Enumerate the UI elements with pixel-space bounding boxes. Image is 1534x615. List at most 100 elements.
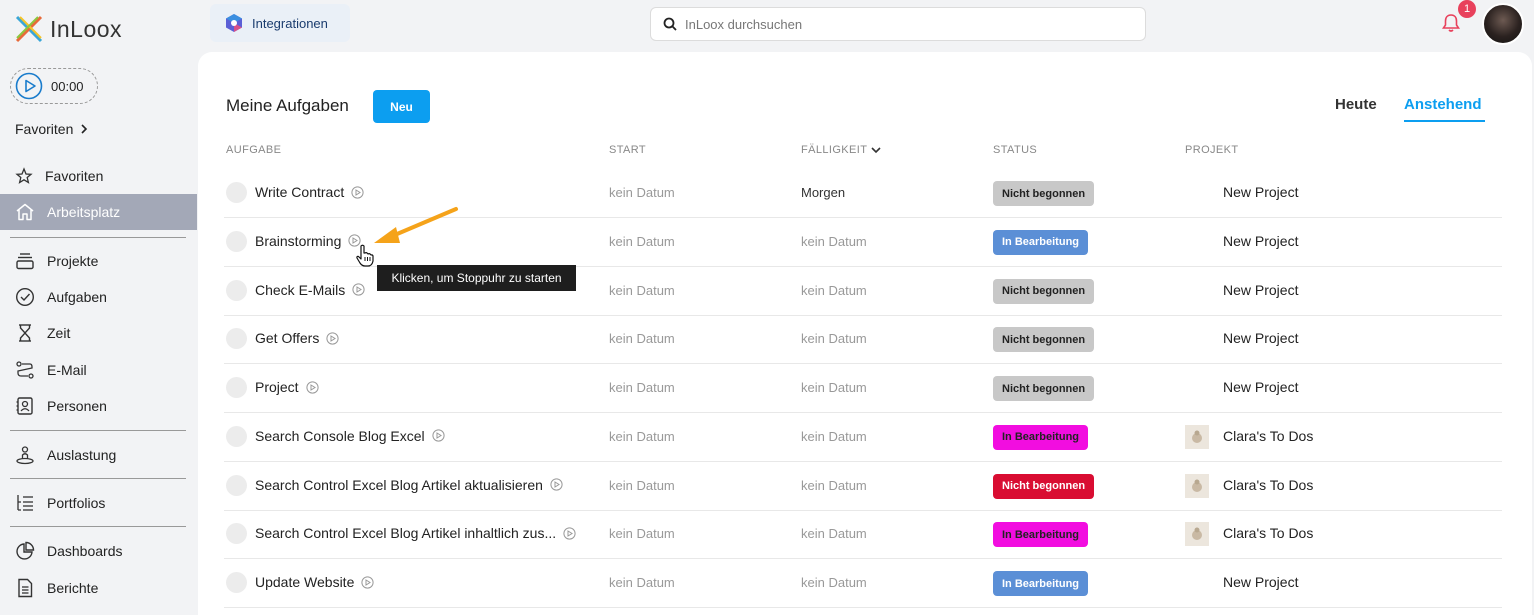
sidebar-item-label: Auslastung — [47, 447, 117, 463]
sidebar-item-portfolios[interactable]: Portfolios — [0, 485, 197, 521]
status-badge[interactable]: In Bearbeitung — [993, 571, 1089, 596]
start-stopwatch-icon[interactable] — [351, 185, 364, 199]
search-input[interactable] — [685, 16, 1105, 32]
sidebar-item-zeit[interactable]: Zeit — [0, 315, 197, 351]
table-row[interactable]: Project kein Datum kein Datum Nicht begonne… — [224, 364, 1502, 413]
task-name[interactable]: Search Control Excel Blog Artikel aktual… — [255, 477, 563, 493]
start-stopwatch-icon[interactable] — [550, 478, 563, 491]
chevron-down-icon — [871, 147, 881, 154]
sidebar-item-aufgaben[interactable]: Aufgaben — [0, 279, 197, 315]
table-row[interactable]: Search Control Excel Blog Artikel aktual… — [224, 462, 1502, 511]
task-project-link[interactable]: Clara's To Dos — [1223, 525, 1313, 541]
sidebar-item-auslastung[interactable]: Auslastung — [0, 437, 197, 473]
sidebar-item-label: E-Mail — [47, 362, 87, 378]
table-row[interactable]: Search Control Excel Blog Artikel inhalt… — [224, 510, 1502, 560]
task-complete-checkbox[interactable] — [226, 523, 247, 545]
integrations-button[interactable]: Integrationen — [210, 4, 350, 42]
task-name[interactable]: Check E-Mails — [255, 282, 365, 298]
task-due-date: kein Datum — [801, 331, 867, 347]
play-circle-icon[interactable] — [15, 72, 43, 100]
task-project-link[interactable]: New Project — [1223, 379, 1298, 395]
column-header-due[interactable]: FÄLLIGKEIT — [801, 144, 881, 156]
task-start-date: kein Datum — [609, 575, 675, 590]
task-complete-checkbox[interactable] — [226, 474, 247, 496]
task-complete-checkbox[interactable] — [226, 230, 247, 252]
sidebar-item-label: Projekte — [47, 253, 99, 269]
sidebar-item-personen[interactable]: Personen — [0, 388, 197, 424]
status-badge[interactable]: In Bearbeitung — [993, 522, 1089, 548]
logo[interactable]: InLoox — [14, 14, 122, 44]
sidebar-item-projekte[interactable]: Projekte — [0, 243, 197, 279]
sidebar-divider — [10, 430, 186, 431]
sidebar-divider — [10, 478, 186, 479]
task-complete-checkbox[interactable] — [226, 377, 247, 398]
task-project-link[interactable]: Clara's To Dos — [1223, 428, 1313, 444]
task-name[interactable]: Search Control Excel Blog Artikel inhalt… — [255, 525, 576, 541]
task-due-date: kein Datum — [801, 575, 867, 590]
start-stopwatch-icon[interactable] — [563, 527, 576, 540]
task-project-link[interactable]: New Project — [1223, 282, 1298, 298]
task-project-link[interactable]: New Project — [1223, 574, 1298, 590]
status-badge[interactable]: Nicht begonnen — [993, 473, 1095, 499]
start-stopwatch-icon[interactable] — [326, 332, 339, 345]
status-badge[interactable]: Nicht begonnen — [993, 181, 1095, 206]
favorites-section-header[interactable]: Favoriten — [15, 121, 89, 137]
check-circle-icon — [15, 287, 35, 307]
task-name[interactable]: Update Website — [255, 574, 374, 590]
sidebar-item-berichte[interactable]: Berichte — [0, 570, 197, 606]
search-bar[interactable] — [650, 7, 1146, 41]
table-row[interactable]: Search Console Blog Excel kein Datum kein … — [224, 413, 1502, 462]
pie-chart-icon — [16, 541, 35, 560]
column-header-project[interactable]: PROJEKT — [1185, 144, 1239, 156]
tasks-panel: Meine Aufgaben Neu Heute Anstehend AUFGA… — [198, 52, 1532, 615]
task-project-link[interactable]: Clara's To Dos — [1223, 477, 1313, 493]
task-project-link[interactable]: New Project — [1223, 330, 1298, 346]
task-complete-checkbox[interactable] — [226, 279, 247, 301]
task-name-label: Get Offers — [255, 330, 320, 347]
sidebar-item-favoriten[interactable]: Favoriten — [0, 158, 197, 194]
task-name[interactable]: Project — [255, 379, 319, 395]
stopwatch-widget[interactable]: 00:00 — [10, 68, 98, 104]
chevron-right-icon — [81, 124, 88, 134]
task-name-label: Search Control Excel Blog Artikel inhalt… — [255, 525, 557, 542]
status-badge[interactable]: Nicht begonnen — [993, 278, 1095, 304]
task-complete-checkbox[interactable] — [226, 182, 247, 203]
sidebar-item-arbeitsplatz[interactable]: Arbeitsplatz — [0, 194, 197, 230]
start-stopwatch-icon[interactable] — [432, 429, 445, 442]
sidebar-item-label: Favoriten — [45, 168, 104, 184]
status-badge[interactable]: In Bearbeitung — [993, 424, 1089, 450]
task-complete-checkbox[interactable] — [226, 425, 247, 447]
sidebar-item-dashboards[interactable]: Dashboards — [0, 533, 197, 569]
tab-anstehend[interactable]: Anstehend — [1404, 96, 1482, 113]
column-header-start[interactable]: START — [609, 144, 646, 156]
start-stopwatch-icon[interactable] — [361, 575, 374, 589]
task-name[interactable]: Search Console Blog Excel — [255, 428, 445, 444]
start-stopwatch-icon[interactable] — [352, 283, 365, 296]
status-badge[interactable]: Nicht begonnen — [993, 376, 1095, 401]
status-badge[interactable]: Nicht begonnen — [993, 327, 1095, 353]
task-project-link[interactable]: New Project — [1223, 233, 1298, 249]
task-due-date: kein Datum — [801, 477, 867, 493]
new-task-button[interactable]: Neu — [373, 90, 430, 123]
task-name[interactable]: Write Contract — [255, 184, 364, 200]
task-start-date: kein Datum — [609, 477, 675, 493]
task-start-date: kein Datum — [609, 380, 675, 395]
sidebar-item-email[interactable]: E-Mail — [0, 352, 197, 388]
start-stopwatch-icon[interactable] — [305, 380, 319, 394]
tab-heute[interactable]: Heute — [1335, 96, 1377, 113]
table-row[interactable]: Update Website kein Datum kein Datum In Bea… — [224, 559, 1502, 608]
task-name[interactable]: Brainstorming — [255, 233, 361, 249]
integrations-label: Integrationen — [252, 15, 328, 31]
status-badge[interactable]: In Bearbeitung — [993, 229, 1089, 255]
task-name[interactable]: Get Offers — [255, 330, 339, 346]
column-header-status[interactable]: STATUS — [993, 144, 1037, 156]
task-project-link[interactable]: New Project — [1223, 184, 1298, 200]
column-header-task[interactable]: AUFGABE — [226, 144, 281, 156]
task-start-date: kein Datum — [609, 428, 675, 444]
task-complete-checkbox[interactable] — [226, 572, 247, 593]
table-row[interactable]: Get Offers kein Datum kein Datum Nicht bego… — [224, 315, 1502, 365]
task-name-label: Write Contract — [255, 184, 345, 200]
task-complete-checkbox[interactable] — [226, 328, 247, 350]
user-avatar[interactable] — [1482, 3, 1524, 45]
workload-icon — [16, 446, 34, 465]
